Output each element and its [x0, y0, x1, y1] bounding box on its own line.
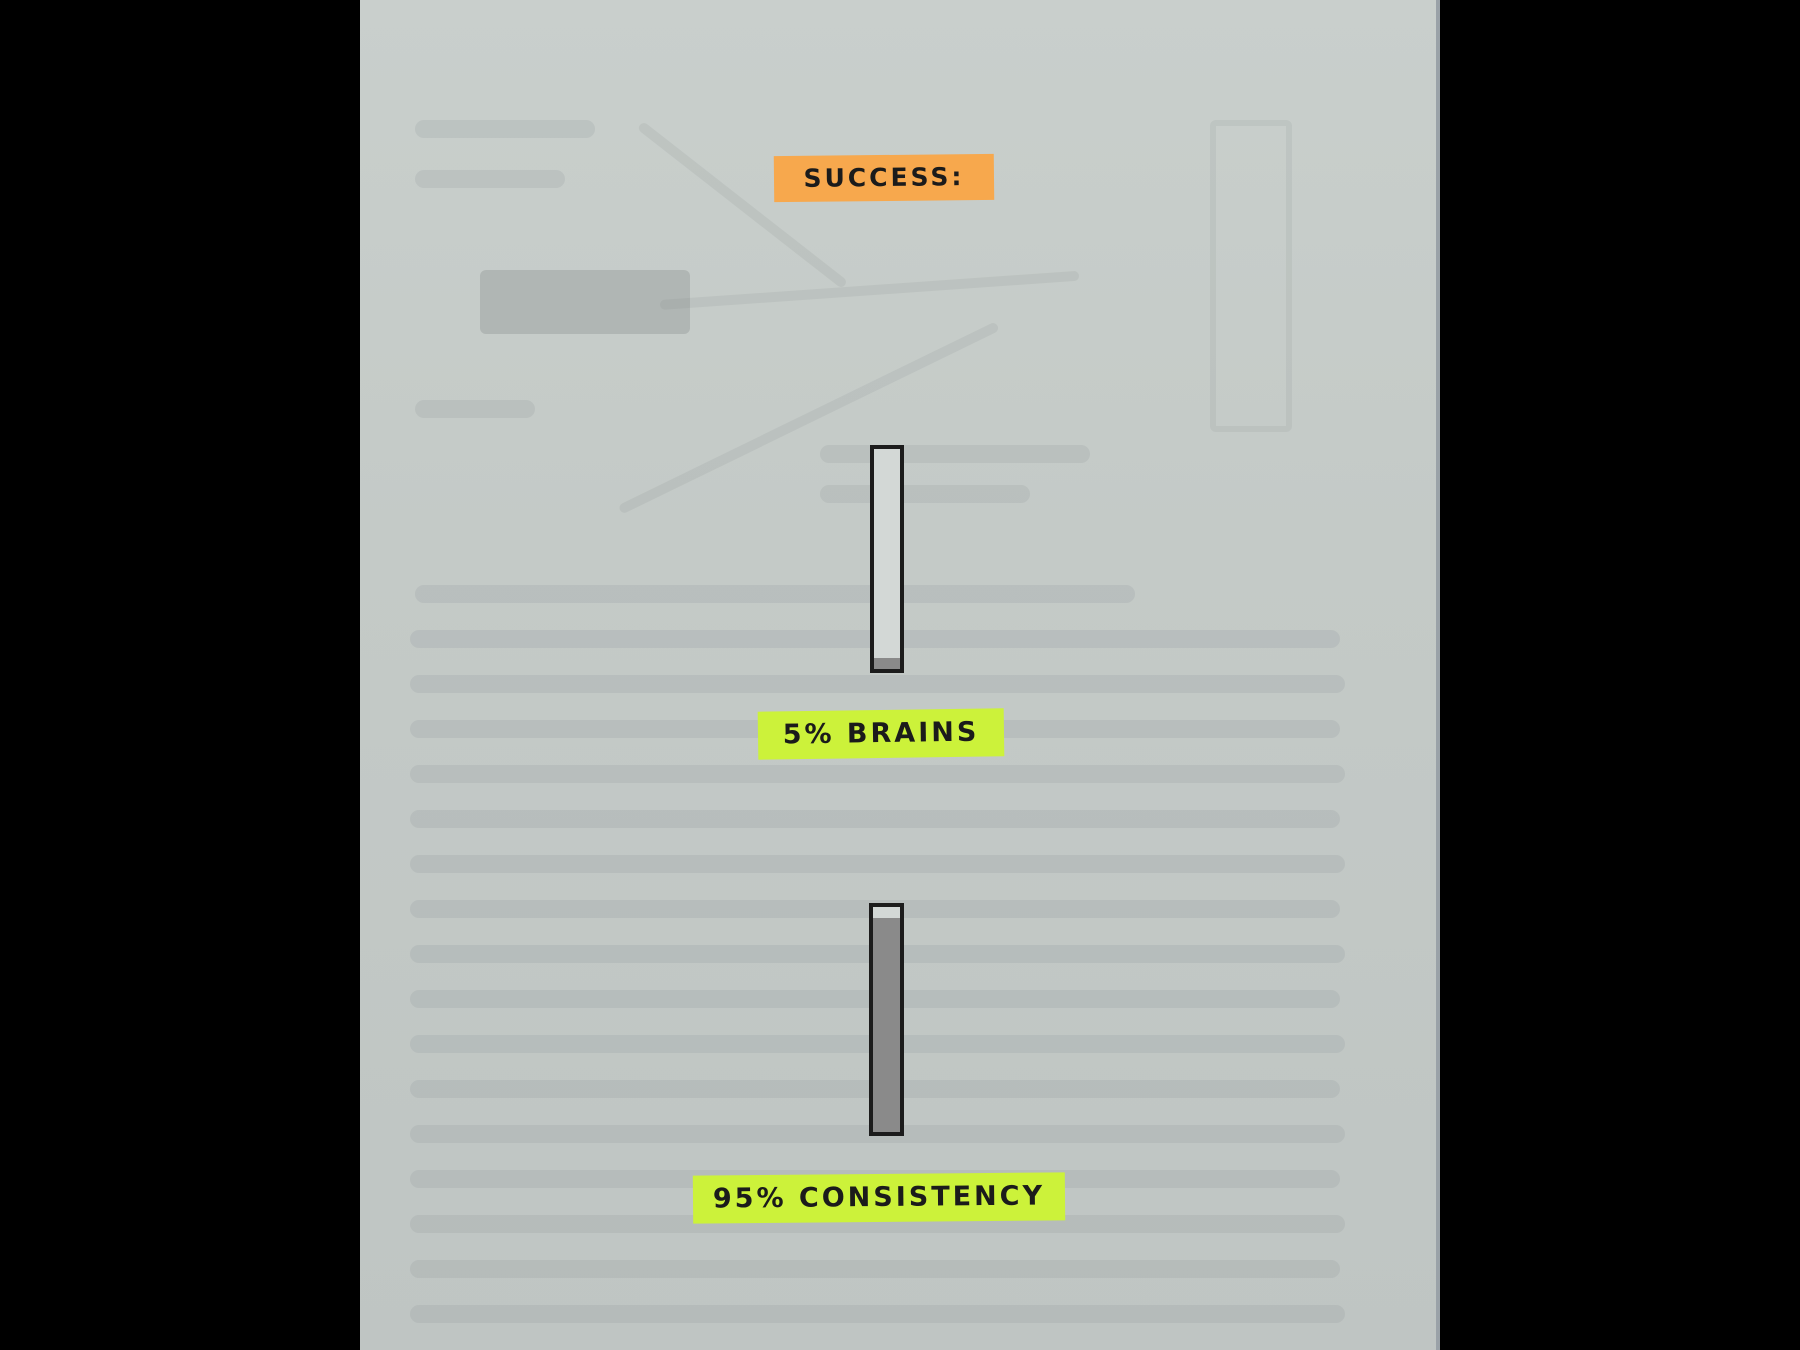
bleed-through-text	[415, 585, 1135, 603]
bleed-through-line	[659, 270, 1080, 310]
bleed-through-text	[410, 1305, 1345, 1323]
brains-gauge-fill	[874, 658, 900, 669]
bleed-through-text	[820, 445, 1090, 463]
brains-label: 5% BRAINS	[757, 708, 1005, 760]
bleed-through-arrow	[636, 121, 848, 290]
photo-frame: SUCCESS: 5% BRAINS 95% CONSISTENCY	[0, 0, 1800, 1350]
bleed-through-text	[415, 120, 595, 138]
bleed-through-text	[410, 810, 1340, 828]
page-edge	[1436, 0, 1440, 1350]
book-page: SUCCESS: 5% BRAINS 95% CONSISTENCY	[360, 0, 1440, 1350]
bleed-through-text	[415, 400, 535, 418]
bleed-through-text	[410, 675, 1345, 693]
success-label: SUCCESS:	[773, 153, 995, 203]
bleed-through-text	[410, 765, 1345, 783]
bleed-through-text	[415, 170, 565, 188]
bleed-through-text	[410, 855, 1345, 873]
bleed-through-box	[1210, 120, 1292, 432]
brains-gauge	[870, 445, 904, 673]
bleed-through-label	[480, 270, 690, 334]
consistency-gauge-fill	[873, 918, 900, 1132]
consistency-gauge	[869, 903, 904, 1136]
bleed-through-text	[410, 1260, 1340, 1278]
consistency-label: 95% CONSISTENCY	[692, 1172, 1066, 1224]
bleed-through-text	[820, 485, 1030, 503]
